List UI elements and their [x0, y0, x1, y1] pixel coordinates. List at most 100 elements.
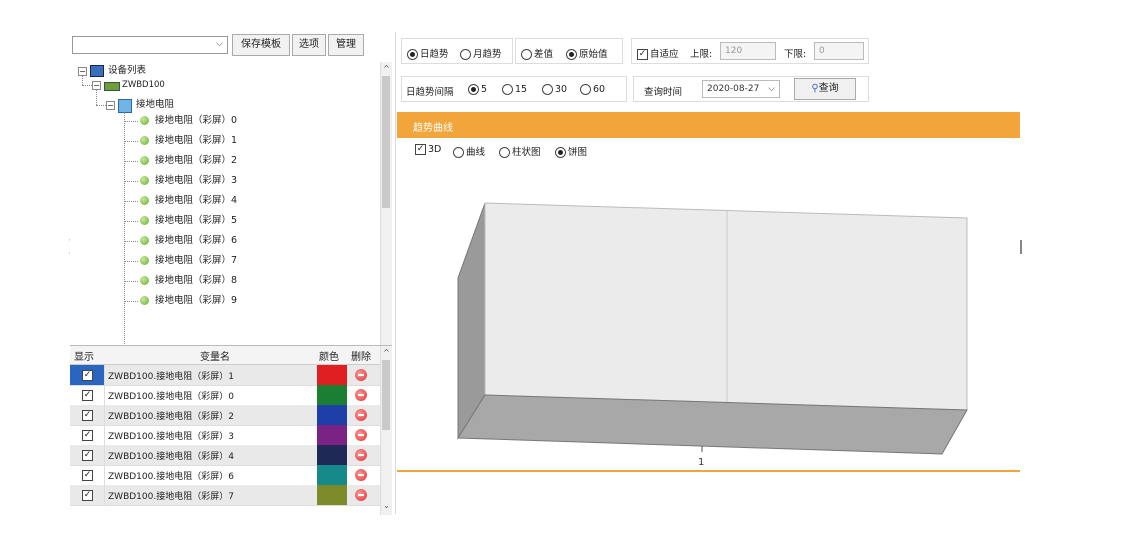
search-icon: ⚲: [811, 83, 819, 94]
radio-curve[interactable]: 曲线: [453, 144, 485, 158]
interval-label: 日趋势间隔: [406, 87, 454, 98]
table-row[interactable]: ✓ ZWBD100.接地电阻（彩屏）7: [70, 485, 380, 506]
show-checkbox[interactable]: ✓: [82, 410, 93, 421]
upper-limit-label: 上限:: [690, 49, 713, 60]
show-checkbox[interactable]: ✓: [82, 450, 93, 461]
color-swatch[interactable]: [317, 445, 347, 465]
variable-name: ZWBD100.接地电阻（彩屏）4: [108, 452, 234, 462]
color-swatch[interactable]: [317, 425, 347, 445]
delete-icon[interactable]: [355, 469, 367, 481]
radio-interval-30[interactable]: 30: [542, 84, 567, 95]
delete-icon[interactable]: [355, 429, 367, 441]
query-group: 查询时间 2020-08-27 ⌵ ⚲查询: [633, 76, 869, 102]
variable-dot-icon: [140, 176, 149, 185]
variable-name: ZWBD100.接地电阻（彩屏）7: [108, 492, 234, 502]
query-date-picker[interactable]: 2020-08-27 ⌵: [702, 80, 780, 98]
left-toolbar: ⌵ 保存模板 选项 管理: [70, 32, 395, 60]
query-button[interactable]: ⚲查询: [794, 78, 856, 100]
grid-scrollbar-thumb[interactable]: [382, 360, 390, 430]
tree-item[interactable]: 接地电阻（彩屏）6: [140, 233, 237, 249]
show-checkbox[interactable]: ✓: [82, 470, 93, 481]
device-icon: [104, 82, 120, 91]
variable-name: ZWBD100.接地电阻（彩屏）1: [108, 372, 234, 382]
right-panel: 日趋势 月趋势 差值 原始值 ✓ 自适应 上限: 120 下限: 0 日趋势间隔 …: [397, 32, 1020, 514]
show-cell: ✓: [70, 465, 105, 485]
tree-item-label: 接地电阻（彩屏）4: [155, 195, 238, 206]
tree-item[interactable]: 接地电阻（彩屏）5: [140, 213, 237, 229]
query-date-value: 2020-08-27: [707, 84, 760, 94]
variable-dot-icon: [140, 116, 149, 125]
collapse-group-icon[interactable]: −: [106, 101, 115, 110]
tree-item[interactable]: 接地电阻（彩屏）0: [140, 113, 237, 129]
tree-item-label: 接地电阻（彩屏）7: [155, 255, 238, 266]
radio-pie[interactable]: 饼图: [555, 144, 587, 158]
lower-limit-input[interactable]: 0: [814, 42, 864, 60]
chevron-down-icon: ⌵: [216, 39, 223, 49]
scroll-up-icon[interactable]: ^: [381, 64, 392, 73]
trend-type-group: 日趋势 月趋势: [401, 38, 513, 64]
show-checkbox[interactable]: ✓: [82, 390, 93, 401]
delete-icon[interactable]: [355, 389, 367, 401]
show-cell: ✓: [70, 405, 105, 425]
tree-device-label[interactable]: ZWBD100: [122, 77, 165, 93]
show-checkbox[interactable]: ✓: [82, 430, 93, 441]
tree-scrollbar-thumb[interactable]: [382, 76, 390, 208]
delete-icon[interactable]: [355, 369, 367, 381]
radio-day-trend[interactable]: 日趋势: [407, 46, 449, 60]
radio-month-trend[interactable]: 月趋势: [460, 46, 502, 60]
variable-dot-icon: [140, 216, 149, 225]
show-cell: ✓: [70, 445, 105, 465]
color-swatch[interactable]: [317, 465, 347, 485]
tree-scrollbar[interactable]: ^ ⌄: [380, 62, 392, 374]
variable-dot-icon: [140, 256, 149, 265]
table-row[interactable]: ✓ ZWBD100.接地电阻（彩屏）4: [70, 445, 380, 466]
tree-item[interactable]: 接地电阻（彩屏）1: [140, 133, 237, 149]
radio-raw[interactable]: 原始值: [566, 46, 608, 60]
save-template-button[interactable]: 保存模板: [232, 34, 290, 56]
tree-item[interactable]: 接地电阻（彩屏）2: [140, 153, 237, 169]
radio-interval-60[interactable]: 60: [580, 84, 605, 95]
delete-icon[interactable]: [355, 449, 367, 461]
tree-group-label[interactable]: 接地电阻: [136, 97, 174, 113]
tree-item[interactable]: 接地电阻（彩屏）3: [140, 173, 237, 189]
color-swatch[interactable]: [317, 485, 347, 505]
radio-bar[interactable]: 柱状图: [499, 144, 541, 158]
table-row[interactable]: ✓ ZWBD100.接地电阻（彩屏）2: [70, 405, 380, 426]
manage-button[interactable]: 管理: [328, 34, 364, 56]
variable-name: ZWBD100.接地电阻（彩屏）6: [108, 472, 234, 482]
color-swatch[interactable]: [317, 365, 347, 385]
auto-fit-checkbox[interactable]: ✓ 自适应: [637, 46, 679, 60]
grid-scroll-up-icon[interactable]: ^: [381, 348, 392, 357]
delete-icon[interactable]: [355, 409, 367, 421]
tree-item[interactable]: 接地电阻（彩屏）8: [140, 273, 237, 289]
table-row[interactable]: ✓ ZWBD100.接地电阻（彩屏）6: [70, 465, 380, 486]
checkbox-3d[interactable]: ✓ 3D: [415, 144, 441, 155]
variable-dot-icon: [140, 236, 149, 245]
options-button[interactable]: 选项: [292, 34, 326, 56]
delete-icon[interactable]: [355, 489, 367, 501]
radio-diff[interactable]: 差值: [521, 46, 553, 60]
show-cell: ✓: [70, 365, 105, 385]
grid-scroll-down-icon[interactable]: ⌄: [381, 501, 392, 510]
table-row[interactable]: ✓ ZWBD100.接地电阻（彩屏）1: [70, 365, 380, 386]
table-row[interactable]: ✓ ZWBD100.接地电阻（彩屏）3: [70, 425, 380, 446]
device-list-icon: [90, 65, 104, 77]
radio-interval-5[interactable]: 5: [468, 84, 487, 95]
table-row[interactable]: ✓ ZWBD100.接地电阻（彩屏）0: [70, 385, 380, 406]
variable-grid: 显示 变量名 颜色 删除 ✓ ZWBD100.接地电阻（彩屏）1 ✓ ZWBD100.…: [70, 345, 392, 515]
chart-3d-svg: 1: [457, 202, 968, 466]
color-swatch[interactable]: [317, 405, 347, 425]
show-cell: ✓: [70, 385, 105, 405]
template-combo[interactable]: ⌵: [72, 36, 228, 54]
show-cell: ✓: [70, 485, 105, 505]
show-checkbox[interactable]: ✓: [82, 490, 93, 501]
upper-limit-input[interactable]: 120: [720, 42, 776, 60]
grid-scrollbar[interactable]: ^ ⌄: [380, 346, 392, 515]
radio-interval-15[interactable]: 15: [502, 84, 527, 95]
tree-item[interactable]: 接地电阻（彩屏）9: [140, 293, 237, 309]
tree-item[interactable]: 接地电阻（彩屏）7: [140, 253, 237, 269]
show-checkbox[interactable]: ✓: [82, 370, 93, 381]
variable-dot-icon: [140, 136, 149, 145]
tree-item[interactable]: 接地电阻（彩屏）4: [140, 193, 237, 209]
color-swatch[interactable]: [317, 385, 347, 405]
